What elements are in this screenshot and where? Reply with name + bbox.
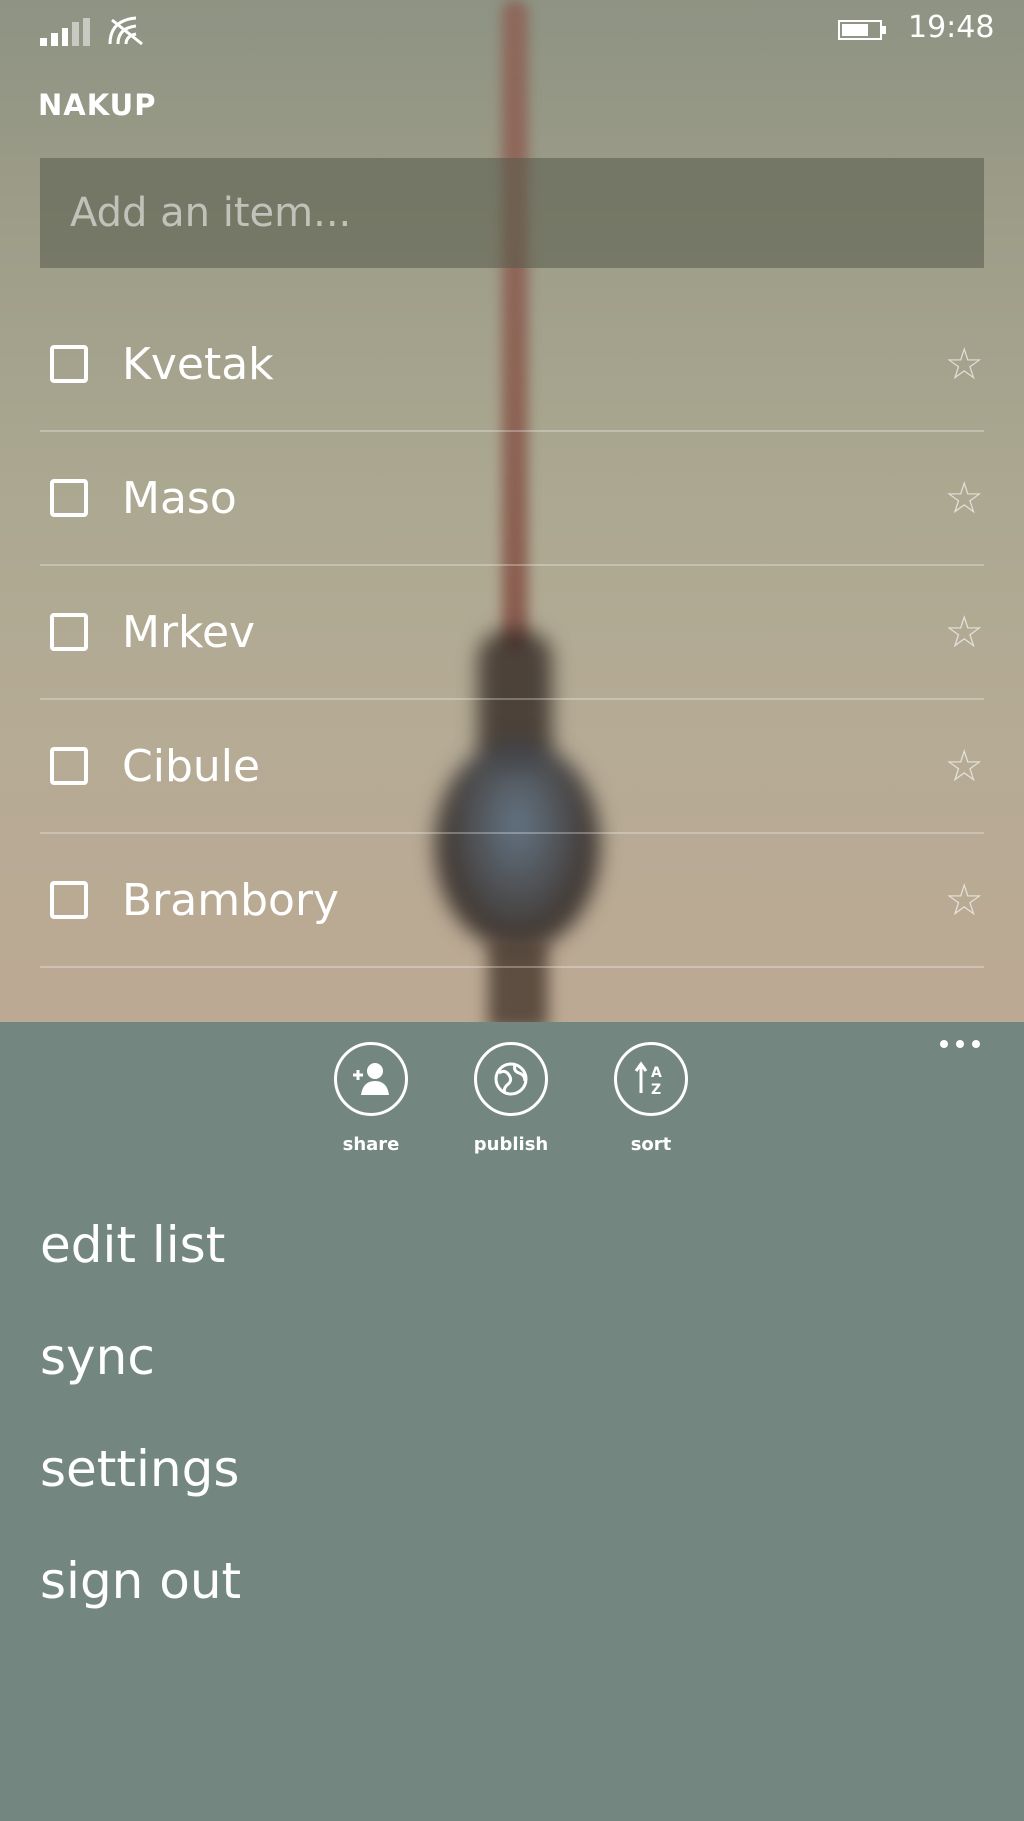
battery-icon [838, 20, 886, 40]
share-label: share [342, 1134, 400, 1155]
checkbox[interactable] [50, 345, 88, 383]
item-label: Maso [122, 472, 237, 524]
share-button[interactable]: share [316, 1042, 426, 1155]
todo-list: Kvetak ☆ Maso ☆ Mrkev ☆ Cibule ☆ Brambor… [40, 298, 984, 968]
svg-text:A: A [651, 1065, 662, 1081]
sort-icon: A Z [614, 1042, 688, 1116]
item-label: Mrkev [122, 606, 256, 658]
add-item-input[interactable] [40, 158, 984, 268]
checkbox[interactable] [50, 479, 88, 517]
item-label: Kvetak [122, 338, 274, 390]
item-label: Brambory [122, 874, 340, 926]
list-item[interactable]: Maso ☆ [40, 432, 984, 566]
clock: 19:48 [908, 10, 995, 45]
item-label: Cibule [122, 740, 261, 792]
star-icon[interactable]: ☆ [945, 607, 984, 658]
menu-item-settings[interactable]: settings [40, 1429, 241, 1541]
menu-item-sign-out[interactable]: sign out [40, 1541, 241, 1653]
star-icon[interactable]: ☆ [945, 473, 984, 524]
checkbox[interactable] [50, 613, 88, 651]
list-item[interactable]: Cibule ☆ [40, 700, 984, 834]
checkbox[interactable] [50, 881, 88, 919]
publish-button[interactable]: publish [456, 1042, 566, 1155]
more-icon[interactable] [940, 1040, 990, 1060]
menu-item-edit-list[interactable]: edit list [40, 1205, 241, 1317]
publish-icon [474, 1042, 548, 1116]
star-icon[interactable]: ☆ [945, 741, 984, 792]
list-item[interactable]: Mrkev ☆ [40, 566, 984, 700]
list-item[interactable]: Brambory ☆ [40, 834, 984, 968]
signal-icon [40, 16, 90, 46]
svg-text:Z: Z [651, 1082, 661, 1098]
star-icon[interactable]: ☆ [945, 875, 984, 926]
app-bar-menu: edit list sync settings sign out [40, 1205, 241, 1653]
page-title: NAKUP [38, 88, 157, 122]
wifi-icon [108, 16, 143, 46]
star-icon[interactable]: ☆ [945, 339, 984, 390]
sort-button[interactable]: A Z sort [596, 1042, 706, 1155]
menu-item-sync[interactable]: sync [40, 1317, 241, 1429]
list-item[interactable]: Kvetak ☆ [40, 298, 984, 432]
publish-label: publish [473, 1134, 549, 1155]
share-icon [334, 1042, 408, 1116]
checkbox[interactable] [50, 747, 88, 785]
status-bar: 19:48 [0, 0, 1024, 60]
sort-label: sort [630, 1134, 672, 1155]
